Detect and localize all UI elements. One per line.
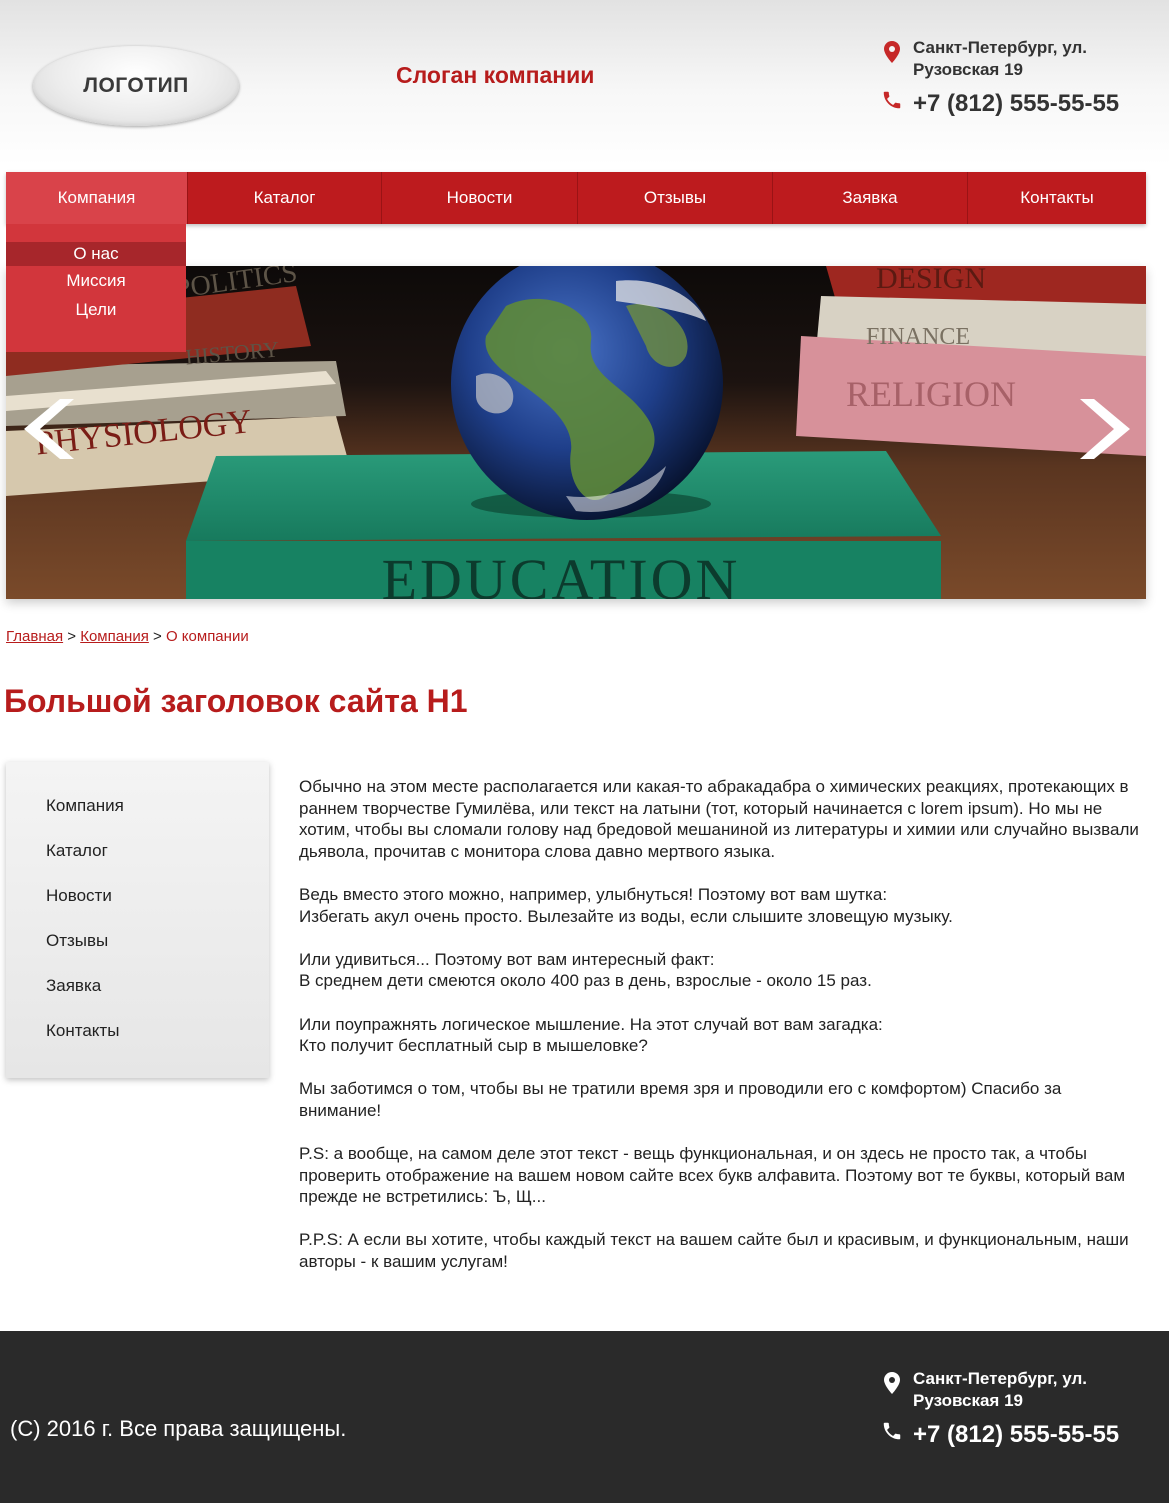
nav-item-reviews[interactable]: Отзывы [577, 172, 772, 224]
map-pin-icon [880, 1368, 904, 1398]
paragraph: P.S: а вообще, на самом деле этот текст … [299, 1144, 1126, 1207]
slider-prev-button[interactable] [20, 399, 76, 459]
breadcrumb-current: О компании [165, 628, 249, 645]
main-nav: Компания Каталог Новости Отзывы Заявка К… [6, 172, 1146, 224]
slider-next-button[interactable] [1078, 399, 1134, 459]
book-label-finance: FINANCE [866, 324, 970, 350]
phone-number[interactable]: +7 (812) 555-55-55 [913, 89, 1119, 119]
sidebar-item-reviews[interactable]: Отзывы [46, 931, 108, 951]
book-label-design: DESIGN [876, 266, 986, 295]
sidebar-item-catalog[interactable]: Каталог [46, 841, 108, 861]
dropdown-item-mission[interactable]: Миссия [6, 266, 186, 295]
page-title: Большой заголовок сайта H1 [4, 683, 468, 719]
address-text: Санкт-Петербург, ул. Рузовская 19 [913, 38, 1087, 79]
chevron-left-icon [24, 399, 74, 459]
footer-address-row: Санкт-Петербург, ул. Рузовская 19 [880, 1368, 1160, 1412]
phone-row: +7 (812) 555-55-55 [880, 81, 1160, 119]
phone-icon [880, 81, 904, 115]
footer-contacts: Санкт-Петербург, ул. Рузовская 19 +7 (81… [880, 1368, 1160, 1450]
dropdown-item-goals[interactable]: Цели [6, 295, 186, 324]
phone-icon [880, 1412, 904, 1446]
paragraph: Мы заботимся о том, чтобы вы не тратили … [299, 1079, 1062, 1120]
company-slogan: Слоган компании [396, 62, 595, 88]
header-contacts: Санкт-Петербург, ул. Рузовская 19 +7 (81… [880, 37, 1160, 119]
breadcrumb-section-link[interactable]: Компания [80, 628, 149, 645]
site-footer: (С) 2016 г. Все права защищены. Санкт-Пе… [0, 1331, 1169, 1503]
book-label-religion: RELIGION [846, 374, 1016, 414]
nav-item-request[interactable]: Заявка [772, 172, 967, 224]
footer-phone-number[interactable]: +7 (812) 555-55-55 [913, 1420, 1119, 1450]
breadcrumb-home-link[interactable]: Главная [6, 628, 63, 645]
footer-phone-row: +7 (812) 555-55-55 [880, 1412, 1160, 1450]
nav-item-catalog[interactable]: Каталог [187, 172, 381, 224]
book-title-education: EDUCATION [382, 547, 741, 599]
sidebar-item-company[interactable]: Компания [46, 796, 124, 816]
nav-item-company[interactable]: Компания [6, 172, 187, 224]
paragraph: Обычно на этом месте располагается или к… [299, 777, 1139, 861]
copyright-text: (С) 2016 г. Все права защищены. [10, 1416, 347, 1441]
paragraph: Ведь вместо этого можно, например, улыбн… [299, 884, 953, 926]
site-header: ЛОГОТИП Слоган компании Санкт-Петербург,… [0, 0, 1169, 165]
sidebar-item-contacts[interactable]: Контакты [46, 1021, 119, 1041]
company-dropdown: О нас Миссия Цели [6, 224, 186, 352]
paragraph: Или поупражнять логическое мышление. На … [299, 1014, 883, 1056]
breadcrumb: Главная > Компания > О компании [6, 628, 249, 645]
main-content: Обычно на этом месте располагается или к… [299, 776, 1144, 1294]
map-pin-icon [880, 37, 904, 67]
logo[interactable]: ЛОГОТИП [33, 46, 239, 126]
sidebar-item-request[interactable]: Заявка [46, 976, 101, 996]
sidebar-menu: Компания Каталог Новости Отзывы Заявка К… [6, 762, 269, 1078]
breadcrumb-separator: > [67, 628, 77, 645]
paragraph: P.P.S: А если вы хотите, чтобы каждый те… [299, 1230, 1129, 1272]
nav-item-contacts[interactable]: Контакты [967, 172, 1146, 224]
dropdown-item-about[interactable]: О нас [6, 242, 186, 266]
address-row: Санкт-Петербург, ул. Рузовская 19 [880, 37, 1160, 81]
footer-address-text: Санкт-Петербург, ул. Рузовская 19 [913, 1369, 1087, 1410]
chevron-right-icon [1080, 399, 1130, 459]
sidebar-item-news[interactable]: Новости [46, 886, 112, 906]
paragraph: Или удивиться... Поэтому вот вам интерес… [299, 949, 872, 991]
nav-item-news[interactable]: Новости [381, 172, 577, 224]
breadcrumb-separator: > [153, 628, 162, 645]
